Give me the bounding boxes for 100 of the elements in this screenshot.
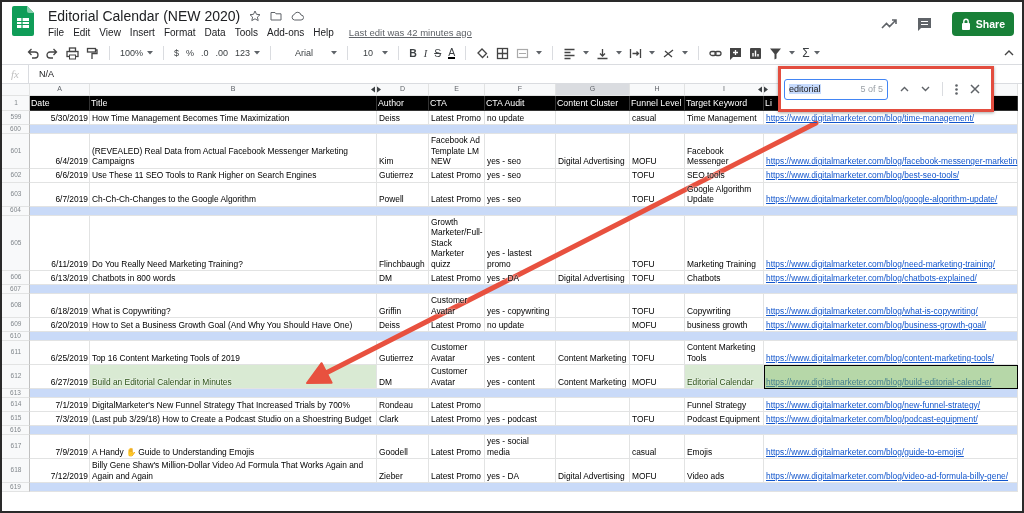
decrease-decimal-button[interactable]: .0 (201, 48, 209, 58)
table-cell: Build an Editorial Calendar in Minutes (90, 365, 377, 389)
chart-icon[interactable] (749, 46, 763, 60)
menu-item[interactable]: Add-ons (267, 26, 305, 38)
increase-decimal-button[interactable]: .00 (215, 48, 229, 58)
share-button[interactable]: Share (951, 12, 1014, 36)
link[interactable]: https://www.digitalmarketer.com/blog/what-is-copywriting/ (766, 305, 978, 316)
header-cell: Funnel Level (630, 96, 685, 111)
header-cell: Target Keyword (685, 96, 764, 111)
more-icon[interactable] (955, 83, 958, 95)
table-cell: Facebook Messenger (685, 134, 764, 169)
table-cell: Copywriting (685, 294, 764, 318)
print-icon[interactable] (66, 46, 79, 60)
menu-item[interactable]: Help (313, 26, 334, 38)
link[interactable]: https://www.digitalmarketer.com/blog/need-marketing-training/ (766, 258, 996, 269)
menu-item[interactable]: View (99, 26, 121, 38)
cloud-icon[interactable] (291, 9, 305, 22)
menu-item[interactable]: Insert (129, 26, 155, 38)
link[interactable]: https://www.digitalmarketer.com/blog/best-seo-tools/ (766, 170, 960, 181)
link[interactable]: https://www.digitalmarketer.com/blog/time-management/ (766, 112, 975, 123)
formula-input[interactable]: N/A (29, 69, 54, 79)
table-cell: What is Copywriting? (90, 294, 377, 318)
table-cell: (REVEALED) Real Data from Actual Facebook Messenger Marketing Campaigns (90, 134, 377, 169)
table-cell (485, 398, 556, 412)
sheets-logo-icon[interactable] (12, 6, 34, 36)
link[interactable]: https://www.digitalmarketer.com/blog/business-growth-goal/ (766, 319, 987, 330)
bold-button[interactable]: B (409, 47, 417, 59)
last-edit-link[interactable]: Last edit was 42 minutes ago (348, 26, 472, 38)
date-cell: 7/1/2019 (30, 398, 90, 412)
trend-icon[interactable] (880, 18, 897, 30)
caret-icon (616, 51, 623, 55)
table-cell: Gutierrez (377, 168, 429, 183)
close-icon[interactable] (970, 84, 980, 94)
formula-label: fx (2, 65, 29, 83)
chevron-down-icon[interactable] (921, 86, 930, 92)
text-color-button[interactable]: A (448, 47, 456, 59)
menu-item[interactable]: Data (204, 26, 226, 38)
hidden-columns-icon[interactable] (370, 86, 382, 93)
date-cell: 6/6/2019 (30, 168, 90, 183)
font-size-dropdown[interactable]: 10 (358, 48, 389, 58)
date-cell: 6/18/2019 (30, 294, 90, 318)
link[interactable]: https://www.digitalmarketer.com/blog/new-funnel-strategy/ (766, 399, 981, 410)
borders-icon[interactable] (496, 46, 510, 60)
link[interactable]: https://www.digitalmarketer.com/blog/podcast-equipment/ (766, 413, 978, 424)
menu-item[interactable]: File (48, 26, 65, 38)
table-cell: Facebook Ad Template LM NEW (429, 134, 485, 169)
header-cell: Title (90, 96, 377, 111)
table-cell: Latest Promo (429, 168, 485, 183)
functions-button[interactable]: Σ (802, 46, 820, 60)
link[interactable]: https://www.digitalmarketer.com/blog/chatbots-explained/ (766, 272, 977, 283)
link[interactable]: https://www.digitalmarketer.com/blog/facebook-messenger-marketin (766, 156, 1018, 167)
hidden-columns-icon[interactable] (757, 86, 769, 93)
text-wrap-icon[interactable] (629, 46, 643, 60)
table-cell: Powell (377, 182, 429, 207)
number-format-dropdown[interactable]: 123 (235, 48, 261, 58)
table-cell: TOFU (630, 215, 685, 271)
strikethrough-button[interactable]: S (434, 47, 442, 59)
header-cell: CTA Audit (485, 96, 556, 111)
caret-icon (813, 51, 820, 55)
percent-button[interactable]: % (186, 48, 195, 58)
align-bottom-icon[interactable] (596, 46, 610, 60)
paint-bucket-icon[interactable] (476, 46, 490, 60)
menu-item[interactable]: Edit (73, 26, 91, 38)
link[interactable]: https://www.digitalmarketer.com/blog/guide-to-emojis/ (766, 446, 964, 457)
header-cell: Date (30, 96, 90, 111)
chevron-up-icon[interactable] (900, 86, 909, 92)
align-left-icon[interactable] (563, 46, 577, 60)
header-cell: Content Cluster (556, 96, 630, 111)
date-cell: 6/11/2019 (30, 215, 90, 271)
link[interactable]: https://www.digitalmarketer.com/blog/content-marketing-tools/ (766, 352, 995, 363)
table-cell: Digital Advertising (556, 134, 630, 169)
table-cell: Ch-Ch-Ch-Changes to the Google Algorithm (90, 182, 377, 207)
add-comment-icon[interactable] (729, 46, 743, 60)
table-cell: Funnel Strategy (685, 398, 764, 412)
redo-icon[interactable] (46, 46, 59, 60)
folder-icon[interactable] (270, 9, 283, 22)
collapse-chevron-icon[interactable] (1004, 50, 1014, 56)
table-cell: yes - lastest promo (485, 215, 556, 271)
table-cell: Kim (377, 134, 429, 169)
link[interactable]: https://www.digitalmarketer.com/blog/google-algorithm-update/ (766, 194, 998, 205)
link[interactable]: https://www.digitalmarketer.com/blog/video-ad-formula-billy-gene/ (766, 470, 1009, 481)
caret-icon (583, 51, 590, 55)
star-icon[interactable] (249, 9, 262, 22)
table-cell: Flinchbaugh (377, 215, 429, 271)
italic-button[interactable]: I (423, 47, 428, 59)
table-cell: yes - seo (485, 134, 556, 169)
find-field[interactable]: editorial 5 of 5 (784, 78, 888, 100)
zoom-dropdown[interactable]: 100% (120, 48, 154, 58)
comment-icon[interactable] (916, 16, 932, 32)
date-cell: 6/4/2019 (30, 134, 90, 169)
font-dropdown[interactable]: Arial (281, 48, 338, 58)
menu-item[interactable]: Tools (234, 26, 259, 38)
paint-roller-icon[interactable] (86, 46, 99, 60)
filter-icon[interactable] (769, 46, 783, 60)
currency-button[interactable]: $ (174, 48, 180, 58)
undo-icon[interactable] (26, 46, 39, 60)
merge-cells-icon[interactable] (516, 46, 530, 60)
menu-item[interactable]: Format (163, 26, 196, 38)
document-title[interactable]: Editorial Calendar (NEW 2020) (48, 7, 241, 24)
table-cell: TOFU (630, 182, 685, 207)
